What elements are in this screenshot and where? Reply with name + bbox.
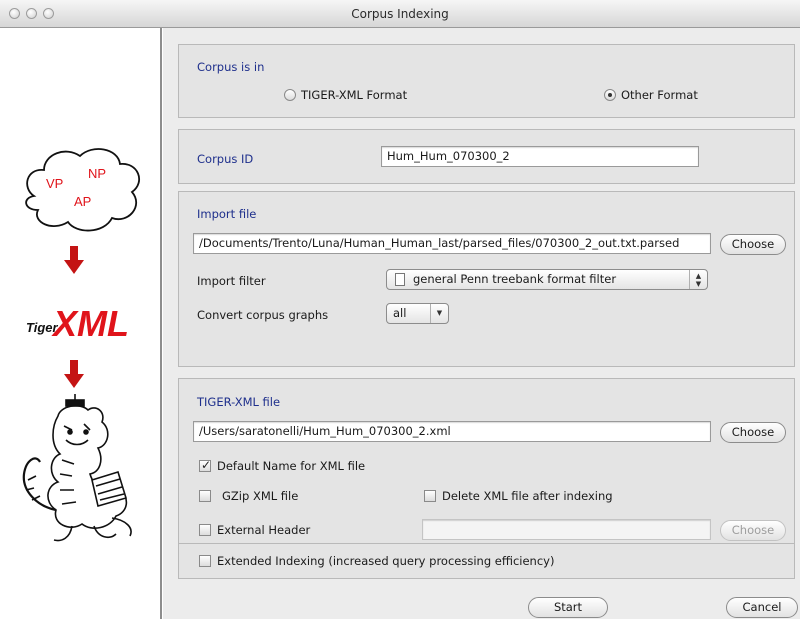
extended-indexing-checkbox[interactable]: [199, 555, 211, 567]
extended-indexing-label[interactable]: Extended Indexing (increased query proce…: [217, 554, 554, 568]
default-name-checkbox[interactable]: [199, 458, 211, 472]
default-name-label[interactable]: Default Name for XML file: [217, 459, 365, 473]
import-section-title: Import file: [197, 207, 257, 221]
import-panel: Import file /Documents/Trento/Luna/Human…: [178, 191, 795, 367]
start-button[interactable]: Start: [528, 597, 608, 618]
import-choose-button[interactable]: Choose: [720, 234, 786, 255]
import-file-path-input[interactable]: /Documents/Trento/Luna/Human_Human_last/…: [193, 233, 711, 254]
convert-graphs-label: Convert corpus graphs: [197, 308, 329, 322]
format-section-title: Corpus is in: [197, 60, 265, 74]
np-label: NP: [88, 166, 106, 181]
main-content: Corpus is in TIGER-XML Format Other Form…: [163, 28, 800, 619]
tiger-xml-choose-button[interactable]: Choose: [720, 422, 786, 443]
corpus-id-input[interactable]: Hum_Hum_070300_2: [381, 146, 699, 167]
radio-other-format-label[interactable]: Other Format: [621, 88, 698, 102]
window-title: Corpus Indexing: [351, 7, 449, 21]
phrase-cloud-icon: VP NP AP: [25, 148, 140, 232]
ap-label: AP: [74, 194, 91, 209]
tiger-mascot-icon: [22, 394, 132, 542]
corpus-id-panel: Corpus ID Hum_Hum_070300_2: [178, 129, 795, 184]
extended-indexing-panel: Extended Indexing (increased query proce…: [178, 543, 795, 579]
external-header-label[interactable]: External Header: [217, 523, 310, 537]
cancel-button[interactable]: Cancel: [726, 597, 798, 618]
corpus-id-label: Corpus ID: [197, 152, 254, 166]
import-filter-select[interactable]: general Penn treebank format filter ▲ ▼: [386, 269, 708, 290]
down-arrow-icon: [64, 360, 84, 388]
delete-xml-label[interactable]: Delete XML file after indexing: [442, 489, 613, 503]
gzip-label[interactable]: GZip XML file: [222, 489, 298, 503]
convert-graphs-select[interactable]: all ▼: [386, 303, 449, 324]
external-header-checkbox[interactable]: [199, 524, 211, 536]
updown-arrows-icon: ▲ ▼: [689, 270, 707, 289]
external-header-input[interactable]: [422, 519, 711, 540]
brand-xml-text: XML: [51, 303, 129, 344]
document-icon: [395, 273, 405, 286]
radio-tiger-xml-format[interactable]: [284, 89, 296, 101]
tiger-xml-panel: TIGER-XML file /Users/saratonelli/Hum_Hu…: [178, 378, 795, 558]
delete-xml-checkbox[interactable]: [424, 490, 436, 502]
tigerxml-logo-illustration: VP NP AP Tiger XML: [22, 148, 140, 542]
radio-other-format[interactable]: [604, 89, 616, 101]
import-filter-value: general Penn treebank format filter: [413, 272, 617, 286]
gzip-checkbox[interactable]: [199, 490, 211, 502]
import-filter-label: Import filter: [197, 274, 266, 288]
logo-pane: VP NP AP Tiger XML: [0, 28, 162, 619]
tiger-xml-section-title: TIGER-XML file: [197, 395, 281, 409]
tiger-xml-path-input[interactable]: /Users/saratonelli/Hum_Hum_070300_2.xml: [193, 421, 711, 442]
down-arrow-icon: [64, 246, 84, 274]
title-bar: Corpus Indexing: [0, 0, 800, 28]
convert-graphs-value: all: [393, 306, 407, 320]
radio-tiger-xml-label[interactable]: TIGER-XML Format: [301, 88, 407, 102]
dropdown-arrow-icon: ▼: [430, 304, 448, 323]
external-header-choose-button[interactable]: Choose: [720, 520, 786, 541]
vp-label: VP: [46, 176, 63, 191]
format-panel: Corpus is in TIGER-XML Format Other Form…: [178, 44, 795, 118]
